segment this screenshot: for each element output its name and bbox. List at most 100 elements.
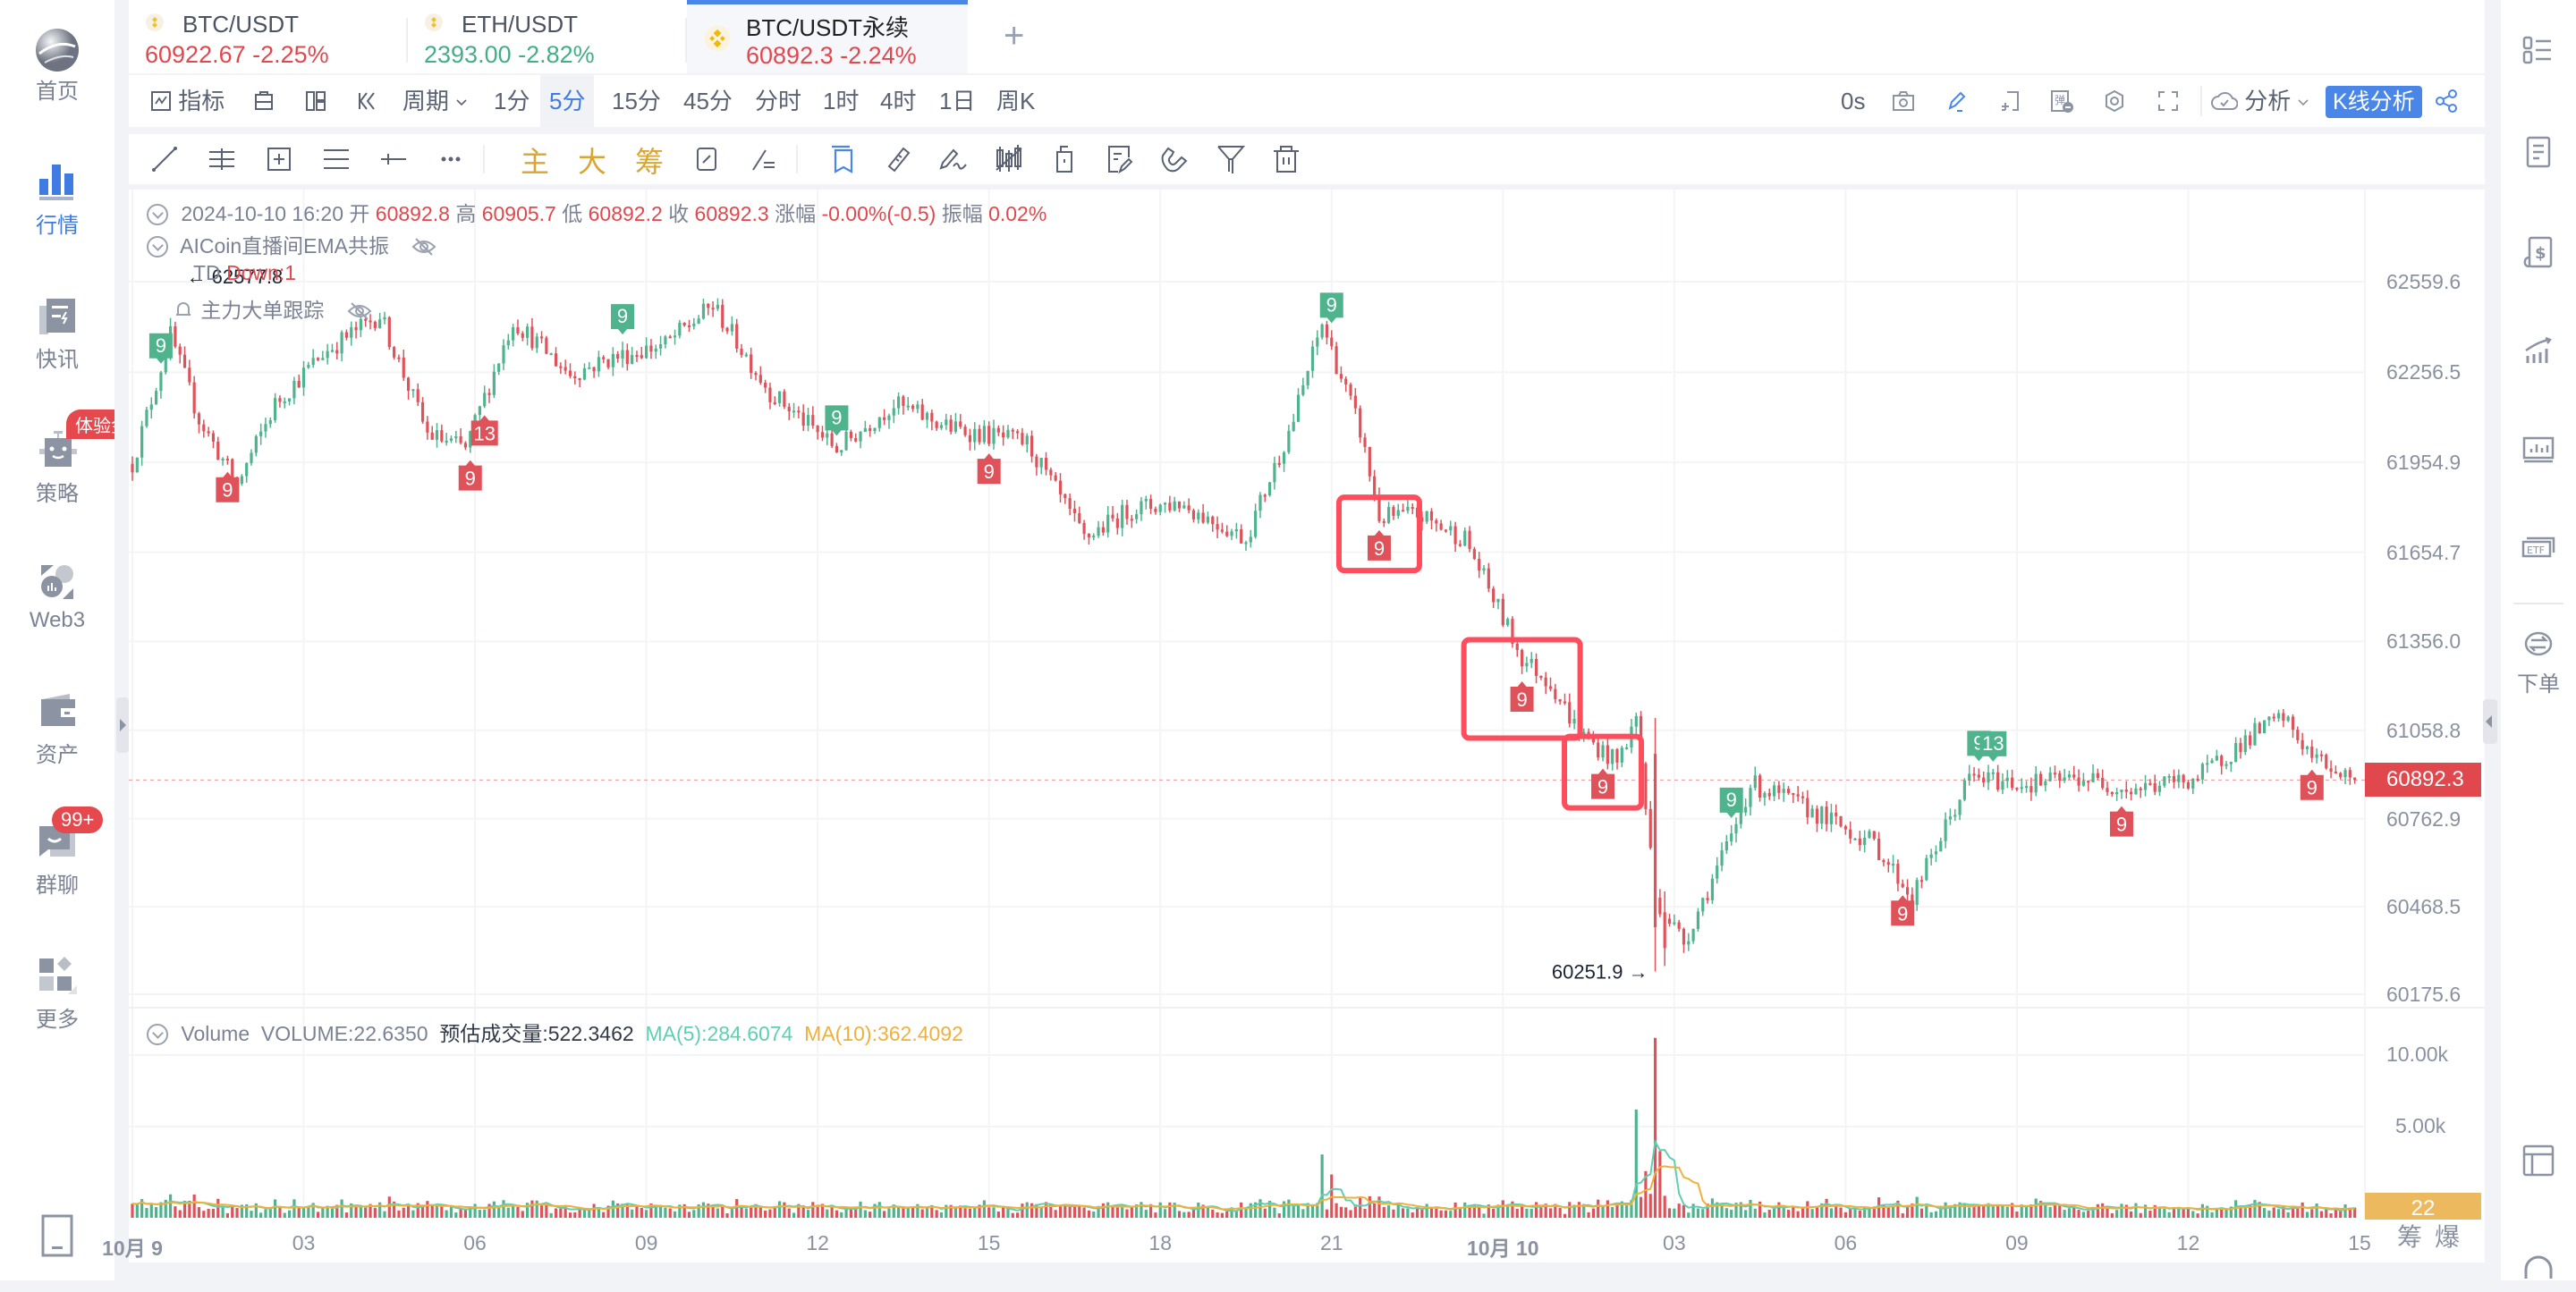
eye-hidden-icon[interactable]: [346, 301, 373, 321]
candle-body: [1211, 516, 1215, 525]
candle-body: [854, 437, 858, 442]
period-1d[interactable]: 1日: [939, 75, 975, 127]
collapse-chevron-icon[interactable]: [147, 204, 168, 225]
settings-button[interactable]: [2102, 75, 2127, 127]
watchlist-button[interactable]: [2501, 32, 2576, 72]
rectangle-tool[interactable]: [263, 143, 295, 175]
volume-bar: [174, 1206, 177, 1218]
period-45m[interactable]: 45分: [683, 75, 733, 127]
sync-drawing-tool[interactable]: [691, 143, 723, 175]
volume-bar: [387, 1196, 391, 1218]
period-timeshare[interactable]: 分时: [755, 75, 801, 127]
kline-chart[interactable]: 9 9 9 13 9 9 9 9 9 9 9 9 9 9 13 9 9 ← 62577.8 60251.9 → 20…: [102, 190, 2485, 1262]
candle-body: [1682, 928, 1686, 945]
chip-distribution-button[interactable]: 筹: [635, 139, 664, 181]
volume-bar: [359, 1206, 362, 1218]
sidebar-item-web3[interactable]: Web3: [0, 562, 114, 633]
tab-btc-usdt-perpetual[interactable]: BTC/USDT永续 60892.3 -2.24%: [687, 0, 968, 73]
volume-bar: [1968, 1207, 1971, 1218]
td-marker-label: 13: [1982, 732, 2004, 755]
add-tab-button[interactable]: +: [987, 0, 1057, 73]
candle-body: [668, 336, 672, 339]
open-label: 开: [349, 202, 370, 225]
period-1m[interactable]: 1分: [494, 75, 530, 127]
sidebar-item-more[interactable]: 更多: [0, 955, 114, 1033]
candle-body: [1896, 864, 1900, 884]
horizontal-line-tool[interactable]: [377, 143, 410, 175]
monitor-button[interactable]: [2501, 433, 2576, 473]
layout-button[interactable]: [304, 75, 327, 127]
sidebar-item-group-chat[interactable]: 群聊 99+: [0, 806, 114, 899]
analysis-dropdown[interactable]: 分析: [2211, 75, 2309, 127]
layout-panel-button[interactable]: [2501, 1143, 2576, 1183]
sidebar-item-assets[interactable]: 资产: [0, 690, 114, 768]
more-tools-button[interactable]: [435, 143, 467, 175]
brush-tool[interactable]: [937, 143, 970, 175]
tablet-button[interactable]: [0, 1214, 114, 1263]
hide-candles-tool[interactable]: [993, 143, 1025, 175]
volume-bar: [216, 1198, 220, 1218]
note-tool[interactable]: [1104, 143, 1136, 175]
etf-button[interactable]: ETF: [2501, 531, 2576, 571]
kline-chart-canvas[interactable]: 9991399999999991399← 62577.860251.9 →: [129, 190, 2485, 1262]
ruler-tool[interactable]: [882, 143, 914, 175]
parallel-lines-tool[interactable]: [206, 143, 238, 175]
sidebar-item-market[interactable]: 行情: [0, 161, 114, 239]
volume-bar: [1335, 1203, 1338, 1218]
volume-bar: [1082, 1207, 1086, 1218]
compare-tool[interactable]: [748, 143, 780, 175]
main-force-button[interactable]: 主: [521, 139, 549, 181]
replay-button[interactable]: [356, 75, 379, 127]
volume-bar: [1677, 1203, 1681, 1218]
volume-bar: [2186, 1208, 2190, 1218]
candle-body: [2139, 788, 2142, 790]
channel-tool[interactable]: [320, 143, 352, 175]
indicator-main-force-tracking[interactable]: 主力大单跟踪: [172, 293, 373, 324]
chip-button[interactable]: 筹: [2397, 1223, 2435, 1251]
filter-tool[interactable]: [1215, 143, 1247, 175]
kline-analysis-button[interactable]: K线分析: [2326, 86, 2422, 118]
period-5m[interactable]: 5分: [540, 75, 595, 127]
share-button[interactable]: [2433, 75, 2460, 127]
draw-button[interactable]: [1945, 75, 1970, 127]
indicator-ema-resonance[interactable]: AICoin直播间EMA共振: [147, 229, 437, 259]
sidebar-item-strategy[interactable]: 策略 体验金: [0, 410, 138, 507]
period-4h[interactable]: 4时: [880, 75, 916, 127]
trend-button[interactable]: [2501, 333, 2576, 373]
liquidation-button[interactable]: 爆: [2435, 1223, 2472, 1251]
funds-button[interactable]: $: [2501, 234, 2576, 274]
sidebar-item-home[interactable]: 首页: [0, 27, 114, 105]
magnet-tool[interactable]: [1159, 143, 1191, 175]
candle-body: [707, 303, 710, 308]
collapse-right-panel-button[interactable]: [2483, 699, 2497, 744]
support-button[interactable]: [2501, 1252, 2576, 1292]
eye-hidden-icon[interactable]: [411, 237, 437, 257]
trendline-tool[interactable]: [148, 143, 181, 175]
place-order-button[interactable]: 下单: [2501, 626, 2576, 697]
expand-left-panel-button[interactable]: [116, 697, 129, 753]
candle-body: [2015, 788, 2019, 790]
indicator-td[interactable]: TD Down:1: [193, 261, 296, 285]
period-week[interactable]: 周K: [996, 75, 1035, 127]
bookmark-tool[interactable]: [826, 143, 859, 175]
collapse-chevron-icon[interactable]: [147, 1024, 168, 1045]
orderbook-button[interactable]: [2501, 134, 2576, 174]
template-button[interactable]: [252, 75, 275, 127]
period-dropdown[interactable]: 周期: [402, 75, 468, 127]
add-panel-button[interactable]: [1998, 75, 2023, 127]
period-1h[interactable]: 1时: [823, 75, 859, 127]
volume-bar: [539, 1205, 544, 1218]
screenshot-button[interactable]: [1891, 75, 1916, 127]
large-order-button[interactable]: 大: [578, 139, 606, 181]
tab-btc-usdt[interactable]: BTC/USDT 60922.67 -2.25%: [129, 0, 424, 73]
popup-button[interactable]: 弹: [2048, 75, 2075, 127]
indicators-button[interactable]: 指标: [150, 75, 225, 127]
time-axis-label: 21: [1319, 1231, 1343, 1254]
fullscreen-button[interactable]: [2156, 75, 2181, 127]
tab-eth-usdt[interactable]: ETH/USDT 2393.00 -2.82%: [408, 0, 703, 73]
collapse-chevron-icon[interactable]: [147, 236, 168, 258]
sidebar-item-news[interactable]: 快讯: [0, 295, 114, 373]
lock-tool[interactable]: [1048, 143, 1080, 175]
period-15m[interactable]: 15分: [612, 75, 661, 127]
delete-drawings-tool[interactable]: [1270, 143, 1302, 175]
